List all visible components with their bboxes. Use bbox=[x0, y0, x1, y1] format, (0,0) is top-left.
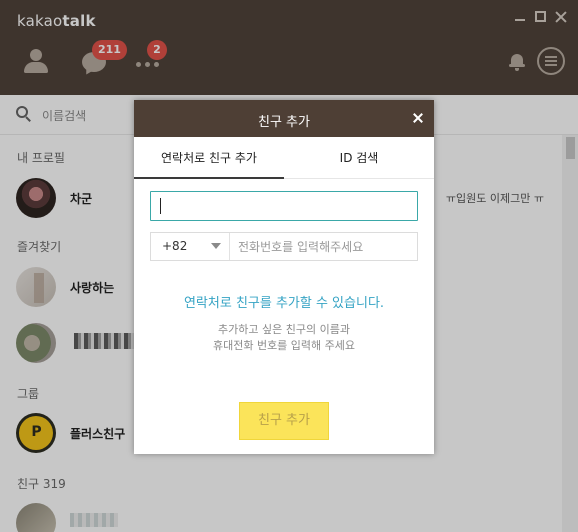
friend-name-input[interactable] bbox=[150, 191, 418, 221]
dialog-header: 친구 추가 bbox=[134, 100, 434, 137]
add-friend-dialog: 친구 추가 연락처로 친구 추가 ID 검색 +82 연락처로 친구를 추가할 … bbox=[134, 100, 434, 454]
info-line-2: 휴대전화 번호를 입력해 주세요 bbox=[212, 339, 356, 352]
tab-id-search[interactable]: ID 검색 bbox=[284, 137, 434, 179]
country-code-value: +82 bbox=[162, 239, 188, 253]
phone-row: +82 bbox=[150, 232, 418, 261]
phone-number-input[interactable] bbox=[231, 233, 417, 260]
dialog-tabs: 연락처로 친구 추가 ID 검색 bbox=[134, 137, 434, 179]
tab-add-by-contact[interactable]: 연락처로 친구 추가 bbox=[134, 137, 284, 179]
info-line-1: 추가하고 싶은 친구의 이름과 bbox=[218, 323, 350, 336]
close-icon[interactable] bbox=[413, 113, 423, 123]
chevron-down-icon bbox=[211, 243, 221, 249]
info-message: 연락처로 친구를 추가할 수 있습니다. bbox=[183, 296, 385, 311]
info-description: 추가하고 싶은 친구의 이름과 휴대전화 번호를 입력해 주세요 bbox=[134, 322, 434, 354]
add-friend-button[interactable]: 친구 추가 bbox=[239, 402, 329, 440]
dialog-title: 친구 추가 bbox=[258, 115, 310, 130]
text-caret bbox=[160, 198, 161, 214]
country-code-select[interactable]: +82 bbox=[151, 233, 230, 260]
